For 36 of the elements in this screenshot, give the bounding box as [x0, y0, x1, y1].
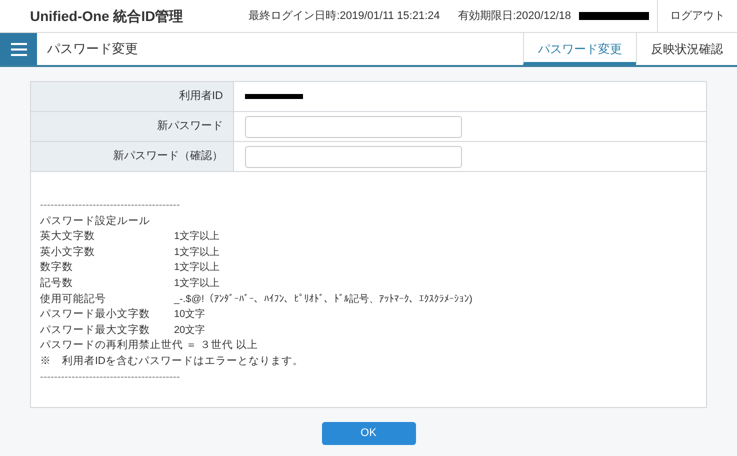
app-title: Unified-One 統合ID管理 [30, 6, 184, 26]
separator-line: ---------------------------------------- [40, 198, 181, 213]
rule-value: _-.$@!（ｱﾝﾀﾞｰﾊﾞｰ、ﾊｲﾌﾝ、ﾋﾟﾘｵﾄﾞ、ﾄﾞﾙ記号、ｱｯﾄﾏｰｸ、ｴｸｽｸﾗﾒｰｼｮﾝ) [174, 292, 472, 307]
rule-label: パスワード最小文字数 [40, 307, 151, 322]
rule-value: 1文字以上 [174, 246, 220, 260]
menu-icon [10, 42, 26, 56]
logout-button[interactable]: ログアウト [657, 0, 737, 32]
rule-value: 20文字 [174, 324, 206, 338]
nav-tab[interactable]: 反映状況確認 [636, 33, 737, 65]
field-label: 利用者ID [31, 82, 234, 111]
rule-note: ※ 利用者IDを含むパスワードはエラーとなります。 [40, 354, 304, 369]
field-label: 新パスワード [31, 112, 234, 141]
rule-label: 数字数 [40, 260, 74, 276]
rule-label: パスワード最大文字数 [40, 322, 151, 338]
rule-note: パスワードの再利用禁止世代 ＝ ３世代 以上 [40, 338, 259, 354]
nav-tab[interactable]: パスワード変更 [523, 33, 636, 65]
rule-value: 1文字以上 [174, 260, 220, 276]
page-title: パスワード変更 [47, 40, 138, 58]
rule-value: 10文字 [174, 308, 206, 322]
rule-value: 1文字以上 [174, 276, 220, 291]
rule-label: 英小文字数 [40, 244, 96, 260]
input-field[interactable] [245, 116, 462, 138]
rule-value: 1文字以上 [174, 230, 220, 244]
redaction-bar [245, 94, 303, 99]
field-label: 新パスワード（確認） [31, 142, 234, 171]
rule-label: 英大文字数 [40, 229, 96, 244]
rule-label: 記号数 [40, 276, 74, 291]
menu-button[interactable] [0, 33, 37, 65]
last-login-text: 最終ログイン日時:2019/01/11 15:21:24 [248, 8, 440, 24]
redaction-bar [579, 12, 649, 20]
separator-line: ---------------------------------------- [40, 370, 181, 385]
input-field[interactable] [245, 146, 462, 168]
expiry-text: 有効期限日:2020/12/18 [458, 8, 571, 24]
ok-button[interactable]: OK [322, 422, 416, 445]
rule-label: 使用可能記号 [40, 292, 107, 307]
rules-heading: パスワード設定ルール [40, 214, 151, 229]
